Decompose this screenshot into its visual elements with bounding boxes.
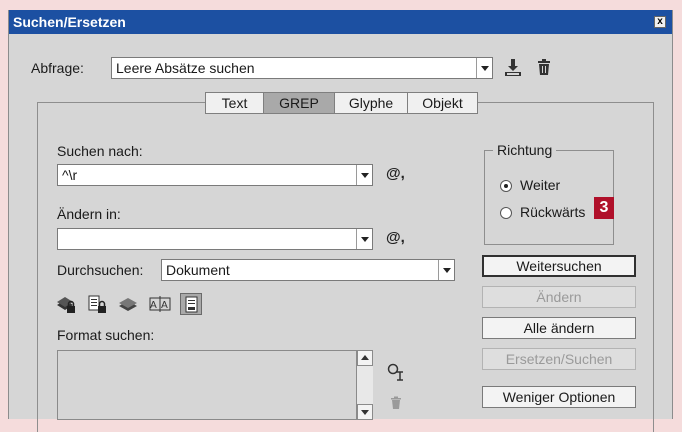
change-all-button[interactable]: Alle ändern — [482, 317, 636, 339]
scroll-up-icon[interactable] — [357, 350, 373, 366]
radio-forward[interactable] — [500, 180, 512, 192]
callout-badge: 3 — [594, 197, 614, 219]
radio-forward-label[interactable]: Weiter — [520, 177, 560, 193]
chevron-down-icon[interactable] — [476, 58, 492, 78]
include-locked-layers-icon[interactable] — [55, 293, 77, 315]
close-button[interactable]: x — [654, 16, 666, 28]
query-value: Leere Absätze suchen — [116, 60, 255, 76]
format-settings-icon[interactable] — [386, 362, 406, 382]
search-type-tabs: Text GREP Glyphe Objekt — [205, 92, 478, 114]
tab-glyphe[interactable]: Glyphe — [335, 92, 408, 114]
special-chars-change-button[interactable]: @, — [386, 229, 405, 246]
include-footnotes-icon[interactable] — [180, 293, 202, 315]
change-button[interactable]: Ändern — [482, 286, 636, 308]
special-chars-find-button[interactable]: @, — [386, 165, 405, 182]
change-field[interactable] — [57, 228, 373, 250]
change-label: Ändern in: — [57, 206, 121, 222]
tab-text[interactable]: Text — [205, 92, 264, 114]
search-in-select[interactable]: Dokument — [161, 259, 455, 281]
search-in-value: Dokument — [166, 262, 230, 278]
include-hidden-layers-icon[interactable] — [117, 293, 139, 315]
tab-grep[interactable]: GREP — [264, 92, 335, 114]
find-value: ^\r — [62, 167, 78, 183]
find-next-button[interactable]: Weitersuchen — [482, 255, 636, 277]
format-label: Format suchen: — [57, 327, 155, 343]
query-select[interactable]: Leere Absätze suchen — [111, 57, 493, 79]
include-locked-stories-icon[interactable] — [86, 293, 108, 315]
title-bar[interactable]: Suchen/Ersetzen x — [9, 10, 672, 34]
trash-icon[interactable] — [535, 57, 553, 79]
format-list[interactable] — [57, 350, 373, 420]
search-in-label: Durchsuchen: — [57, 262, 144, 278]
find-field[interactable]: ^\r — [57, 164, 373, 186]
chevron-down-icon[interactable] — [356, 165, 372, 185]
replace-find-button[interactable]: Ersetzen/Suchen — [482, 348, 636, 370]
direction-title: Richtung — [493, 142, 557, 158]
fewer-options-button[interactable]: Weniger Optionen — [482, 386, 636, 408]
radio-backward[interactable] — [500, 207, 512, 219]
save-query-icon[interactable] — [502, 57, 524, 79]
tab-objekt[interactable]: Objekt — [408, 92, 478, 114]
chevron-down-icon[interactable] — [438, 260, 454, 280]
find-replace-dialog: Suchen/Ersetzen x Abfrage: Leere Absätze… — [8, 10, 673, 432]
svg-text:A: A — [150, 300, 157, 311]
trash-icon — [391, 396, 401, 409]
svg-text:A: A — [161, 300, 168, 311]
chevron-down-icon[interactable] — [356, 229, 372, 249]
radio-backward-label[interactable]: Rückwärts — [520, 204, 585, 220]
find-label: Suchen nach: — [57, 143, 143, 159]
window-title: Suchen/Ersetzen — [13, 14, 126, 30]
query-label: Abfrage: — [31, 60, 84, 76]
case-sensitive-icon[interactable]: A A — [149, 293, 171, 315]
format-scrollbar[interactable] — [356, 350, 373, 420]
scroll-down-icon[interactable] — [357, 404, 373, 420]
